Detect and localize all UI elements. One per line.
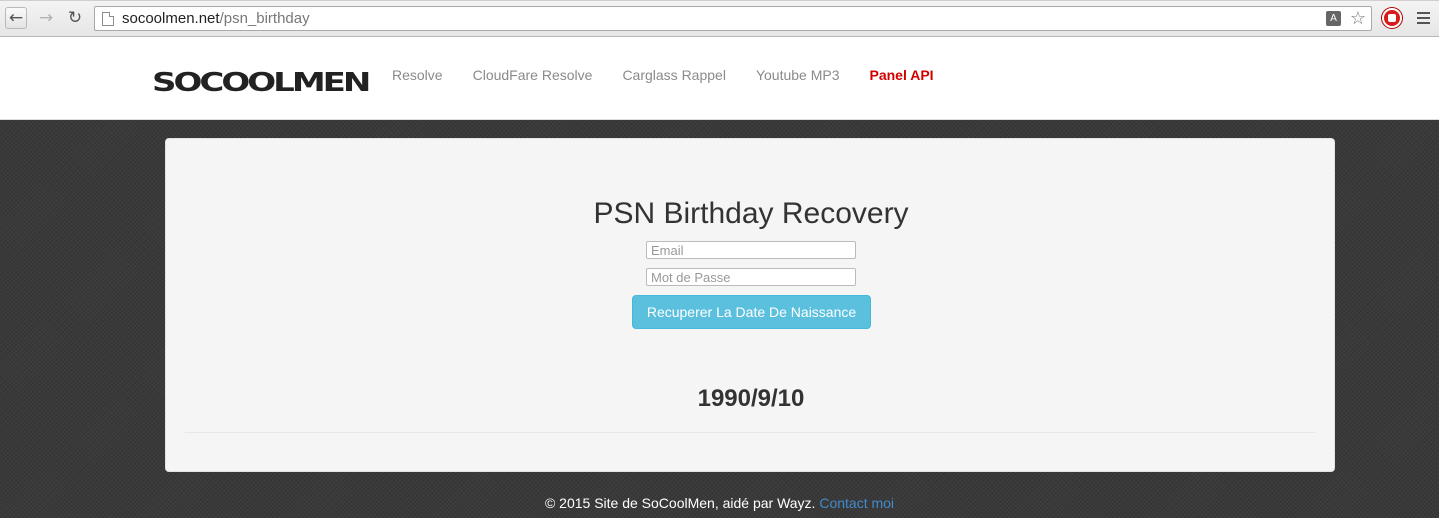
back-arrow-icon: ← xyxy=(8,8,24,28)
hamburger-menu-icon[interactable] xyxy=(1417,12,1430,24)
nav-link-panel-api[interactable]: Panel API xyxy=(870,67,934,83)
recover-birthdate-button[interactable]: Recuperer La Date De Naissance xyxy=(632,295,871,329)
nav-link-youtube-mp3[interactable]: Youtube MP3 xyxy=(756,67,840,83)
email-input[interactable] xyxy=(646,241,856,259)
forward-button[interactable]: → xyxy=(35,7,57,29)
url-host: socoolmen.net xyxy=(122,10,220,27)
site-logo[interactable]: SOCOOLMEN xyxy=(152,70,371,96)
address-bar[interactable]: socoolmen.net/psn_birthday A ☆ xyxy=(94,6,1372,31)
nav-link-cloudfare-resolve[interactable]: CloudFare Resolve xyxy=(473,67,593,83)
back-button[interactable]: ← xyxy=(5,7,27,29)
translate-icon[interactable]: A xyxy=(1326,11,1341,26)
page-icon xyxy=(102,11,114,26)
adblock-extension-icon[interactable] xyxy=(1382,8,1402,28)
toolbar-border xyxy=(0,0,1439,1)
footer: © 2015 Site de SoCoolMen, aidé par Wayz.… xyxy=(0,495,1439,511)
reload-button[interactable]: ↻ xyxy=(64,7,86,29)
url-text[interactable]: socoolmen.net/psn_birthday xyxy=(122,10,310,27)
birthdate-result: 1990/9/10 xyxy=(697,385,805,412)
contact-link[interactable]: Contact moi xyxy=(819,495,894,511)
browser-toolbar: ← → ↻ socoolmen.net/psn_birthday A ☆ xyxy=(0,0,1439,37)
page-title: PSN Birthday Recovery xyxy=(593,197,909,230)
url-path: /psn_birthday xyxy=(219,10,310,27)
forward-arrow-icon: → xyxy=(38,8,54,28)
divider xyxy=(185,432,1315,433)
recovery-card: PSN Birthday Recovery Recuperer La Date … xyxy=(165,138,1335,472)
footer-text: © 2015 Site de SoCoolMen, aidé par Wayz. xyxy=(544,495,816,511)
reload-icon: ↻ xyxy=(67,8,83,28)
password-input[interactable] xyxy=(646,268,856,286)
bookmark-star-icon[interactable]: ☆ xyxy=(1350,8,1366,29)
nav-links: Resolve CloudFare Resolve Carglass Rappe… xyxy=(392,67,964,83)
nav-link-carglass-rappel[interactable]: Carglass Rappel xyxy=(622,67,726,83)
nav-link-resolve[interactable]: Resolve xyxy=(392,67,443,83)
site-navbar: SOCOOLMEN Resolve CloudFare Resolve Carg… xyxy=(0,37,1439,120)
